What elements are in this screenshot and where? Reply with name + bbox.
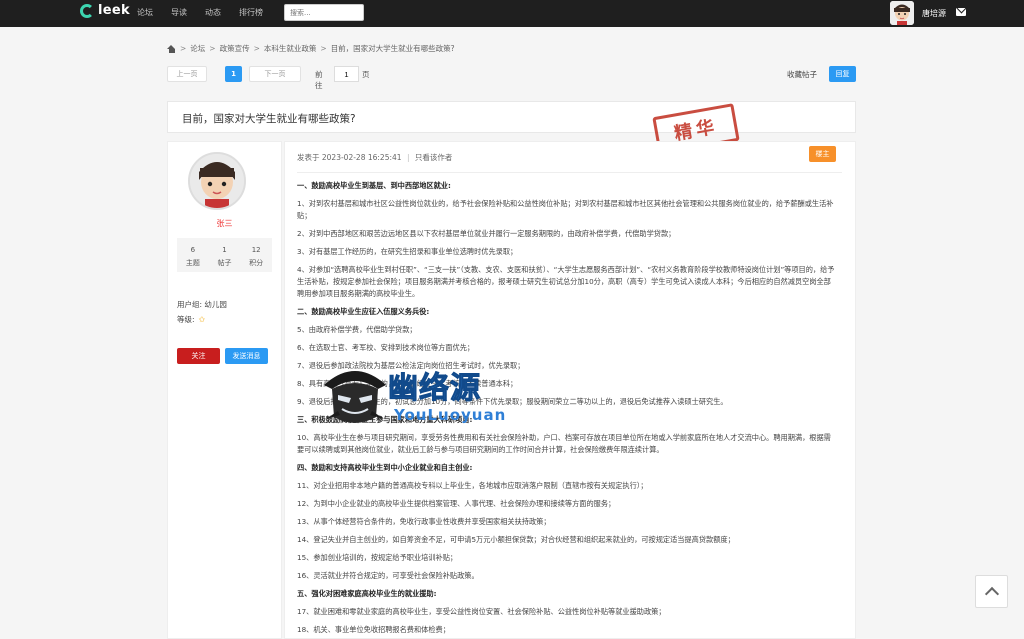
stat-value: 1 (222, 246, 227, 254)
author-name[interactable]: 张三 (168, 218, 281, 229)
breadcrumb-item-policy[interactable]: 政策宣传 (220, 43, 250, 54)
current-page-button[interactable]: 1 (225, 66, 242, 82)
current-username[interactable]: 唐培源 (922, 8, 946, 19)
meta-divider: | (406, 153, 410, 162)
prev-page-button[interactable]: 上一页 (167, 66, 207, 82)
goto-page-input[interactable] (334, 66, 359, 82)
stat-label: 积分 (249, 259, 264, 267)
goto-label: 前往 (315, 70, 323, 90)
next-page-button[interactable]: 下一页 (249, 66, 301, 82)
nav-activity[interactable]: 动态 (205, 7, 239, 18)
nav-forum[interactable]: 论坛 (137, 7, 171, 18)
watermark-cn: 幽络源 (388, 371, 481, 407)
breadcrumb-separator: > (320, 44, 327, 53)
stat-label: 帖子 (217, 259, 232, 267)
policy-item: 17、就业困难和零就业家庭的高校毕业生，享受公益性岗位安置、社会保险补贴、公益性… (297, 607, 666, 616)
policy-item: 15、参加创业培训的，按规定给予职业培训补贴； (297, 553, 458, 562)
site-logo[interactable]: leek (80, 3, 130, 18)
send-message-button[interactable]: 发送消息 (225, 348, 268, 364)
policy-item: 11、对企业招用非本地户籍的普通高校专科以上毕业生，各地城市应取消落户限制（直辖… (297, 481, 648, 490)
breadcrumb: > 论坛 > 政策宣传 > 本科生就业政策 > 目前，国家对大学生就业有哪些政策… (167, 43, 455, 54)
policy-item: 14、登记失业并自主创业的，如自筹资金不足，可申请5万元小额担保贷款；对合伙经营… (297, 535, 735, 544)
section-heading: 四、鼓励和支持高校毕业生到中小企业就业和自主创业: (297, 463, 473, 472)
watermark: 幽络源 YouLuoyuan (318, 363, 548, 433)
post-meta: 发表于 2023-02-28 16:25:41 | 只看该作者 (297, 152, 452, 163)
stat-label: 主题 (185, 259, 200, 267)
section-heading: 二、鼓励高校毕业生应征入伍服义务兵役: (297, 307, 430, 316)
avatar[interactable] (890, 1, 914, 25)
policy-item: 16、灵活就业并符合规定的，可享受社会保险补贴政策。 (297, 571, 479, 580)
user-group: 用户组: 幼儿园 (177, 300, 227, 309)
reply-button[interactable]: 回复 (829, 66, 856, 82)
follow-button[interactable]: 关注 (177, 348, 220, 364)
breadcrumb-separator: > (180, 44, 187, 53)
top-navbar: leek 论坛 导读 动态 排行榜 唐培源 (0, 0, 1024, 27)
section-heading: 五、强化对困难家庭高校毕业生的就业援助: (297, 589, 437, 598)
policy-item: 10、高校毕业生在参与项目研究期间，享受劳务性费用和有关社会保险补助，户口、档案… (297, 433, 831, 454)
divider (297, 172, 842, 173)
author-avatar[interactable] (188, 152, 246, 210)
author-stats: 6 主题 1 帖子 12 积分 (177, 238, 272, 272)
stat-topics[interactable]: 6 主题 (177, 238, 209, 272)
favorite-thread-link[interactable]: 收藏帖子 (787, 69, 817, 80)
policy-item: 12、为到中小企业就业的高校毕业生提供档案管理、人事代理、社会保险办理和接续等方… (297, 499, 616, 508)
nav-ranking[interactable]: 排行榜 (239, 7, 281, 18)
breadcrumb-item-category[interactable]: 本科生就业政策 (264, 43, 317, 54)
watermark-en: YouLuoyuan (394, 406, 507, 424)
thread-title: 目前，国家对大学生就业有哪些政策? (182, 113, 356, 125)
author-card: 张三 6 主题 1 帖子 12 积分 用户组: 幼儿园 等级: ✩ 关注 发送消… (167, 141, 282, 639)
stat-points[interactable]: 12 积分 (240, 238, 272, 272)
level-label: 等级: (177, 315, 195, 324)
main-nav: 论坛 导读 动态 排行榜 (137, 7, 281, 18)
policy-item: 13、从事个体经营符合条件的，免收行政事业性收费并享受国家相关扶持政策； (297, 517, 551, 526)
star-icon: ✩ (198, 315, 206, 324)
policy-item: 6、在选取士官、考军校、安排到技术岗位等方面优先； (297, 343, 475, 352)
logo-text: leek (98, 3, 130, 18)
thread-title-bar: 目前，国家对大学生就业有哪些政策? (167, 101, 856, 133)
hacker-mask-icon (324, 371, 386, 423)
policy-item: 1、对到农村基层和城市社区公益性岗位就业的，给予社会保险补贴和公益性岗位补贴；对… (297, 199, 834, 220)
user-level: 等级: ✩ (177, 314, 205, 325)
nav-guide[interactable]: 导读 (171, 7, 205, 18)
breadcrumb-item-forum[interactable]: 论坛 (190, 43, 205, 54)
policy-item: 4、对参加“选聘高校毕业生到村任职”、“三支一扶”（支教、支农、支医和扶贫）、“… (297, 265, 835, 298)
stat-posts[interactable]: 1 帖子 (209, 238, 241, 272)
policy-item: 2、对到中西部地区和艰苦边远地区县以下农村基层单位就业并履行一定服务期限的，由政… (297, 229, 676, 238)
section-heading: 一、鼓励高校毕业生到基层、到中西部地区就业: (297, 181, 451, 190)
chevron-up-icon (984, 586, 999, 602)
stat-value: 12 (251, 246, 261, 254)
leek-logo-icon (80, 3, 94, 18)
policy-item: 18、机关、事业单位免收招聘报名费和体检费； (297, 625, 450, 634)
page-label: 页 (362, 70, 370, 79)
breadcrumb-separator: > (253, 44, 260, 53)
policy-item: 3、对有基层工作经历的，在研究生招录和事业单位选聘时优先录取； (297, 247, 518, 256)
home-icon[interactable] (167, 44, 176, 53)
owner-badge: 楼主 (809, 146, 836, 162)
breadcrumb-separator: > (209, 44, 216, 53)
policy-item: 5、由政府补偿学费，代偿助学贷款； (297, 325, 417, 334)
breadcrumb-item-current: 目前，国家对大学生就业有哪些政策? (330, 44, 455, 53)
post-timestamp: 发表于 2023-02-28 16:25:41 (297, 153, 402, 162)
back-to-top-button[interactable] (975, 575, 1008, 608)
stat-value: 6 (190, 246, 196, 254)
mail-icon[interactable] (956, 8, 966, 16)
search-input[interactable] (284, 4, 364, 21)
author-only-link[interactable]: 只看该作者 (415, 153, 453, 162)
